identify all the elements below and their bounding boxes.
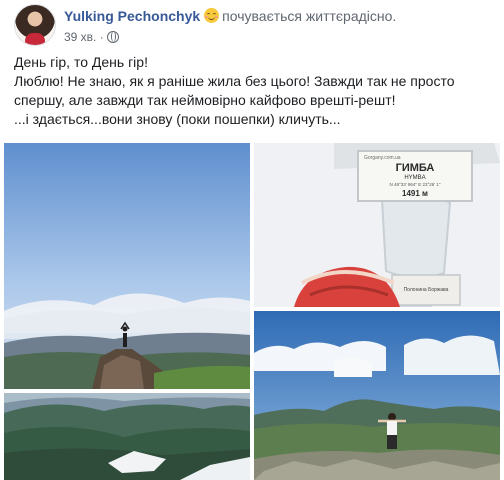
sign-altitude: 1491 м	[402, 189, 428, 198]
photo-summit-sign[interactable]: Gorgany.com.ua ГИМБА HYMBA N 48°33' 964"…	[254, 143, 500, 307]
post-meta: 39 хв. ·	[64, 30, 119, 44]
post-text-line: спершу, але завжди так неймовірно кайфов…	[14, 92, 396, 108]
photo-mountain-peak-person[interactable]	[4, 143, 250, 389]
post-text-line: День гір, то День гір!	[14, 54, 148, 70]
globe-icon[interactable]	[106, 31, 119, 43]
sign-plate-small: Gorgany.com.ua	[364, 155, 401, 161]
author-line: Yulking Pechonchyk почувається життєрадіс…	[64, 8, 396, 24]
post-text: День гір, то День гір! Люблю! Не знаю, я…	[14, 53, 494, 129]
sign-summit-name: ГИМБА	[396, 162, 435, 174]
post-text-line: Люблю! Не знаю, як я раніше жила без цьо…	[14, 73, 455, 89]
author-name[interactable]: Yulking Pechonchyk	[64, 8, 200, 24]
post-header: Yulking Pechonchyk почувається життєрадіс…	[14, 2, 494, 48]
author-avatar[interactable]	[14, 4, 56, 46]
feeling-text: почувається життєрадісно.	[222, 8, 397, 24]
post-timestamp[interactable]: 39 хв.	[64, 30, 96, 44]
post-text-line[interactable]: ...і здається...вони знову (поки пошепки…	[14, 110, 494, 129]
sign-lower-text: Полонина Боржава	[404, 287, 449, 293]
photo-mountain-valley[interactable]	[4, 393, 250, 480]
photo-summit-person[interactable]	[254, 311, 500, 480]
meta-separator: ·	[99, 30, 104, 44]
smiling-face-icon	[204, 8, 220, 23]
sign-coords: N 48°33' 964" E 23°26' 1"	[389, 182, 440, 187]
sign-summit-latin: HYMBA	[404, 175, 425, 181]
